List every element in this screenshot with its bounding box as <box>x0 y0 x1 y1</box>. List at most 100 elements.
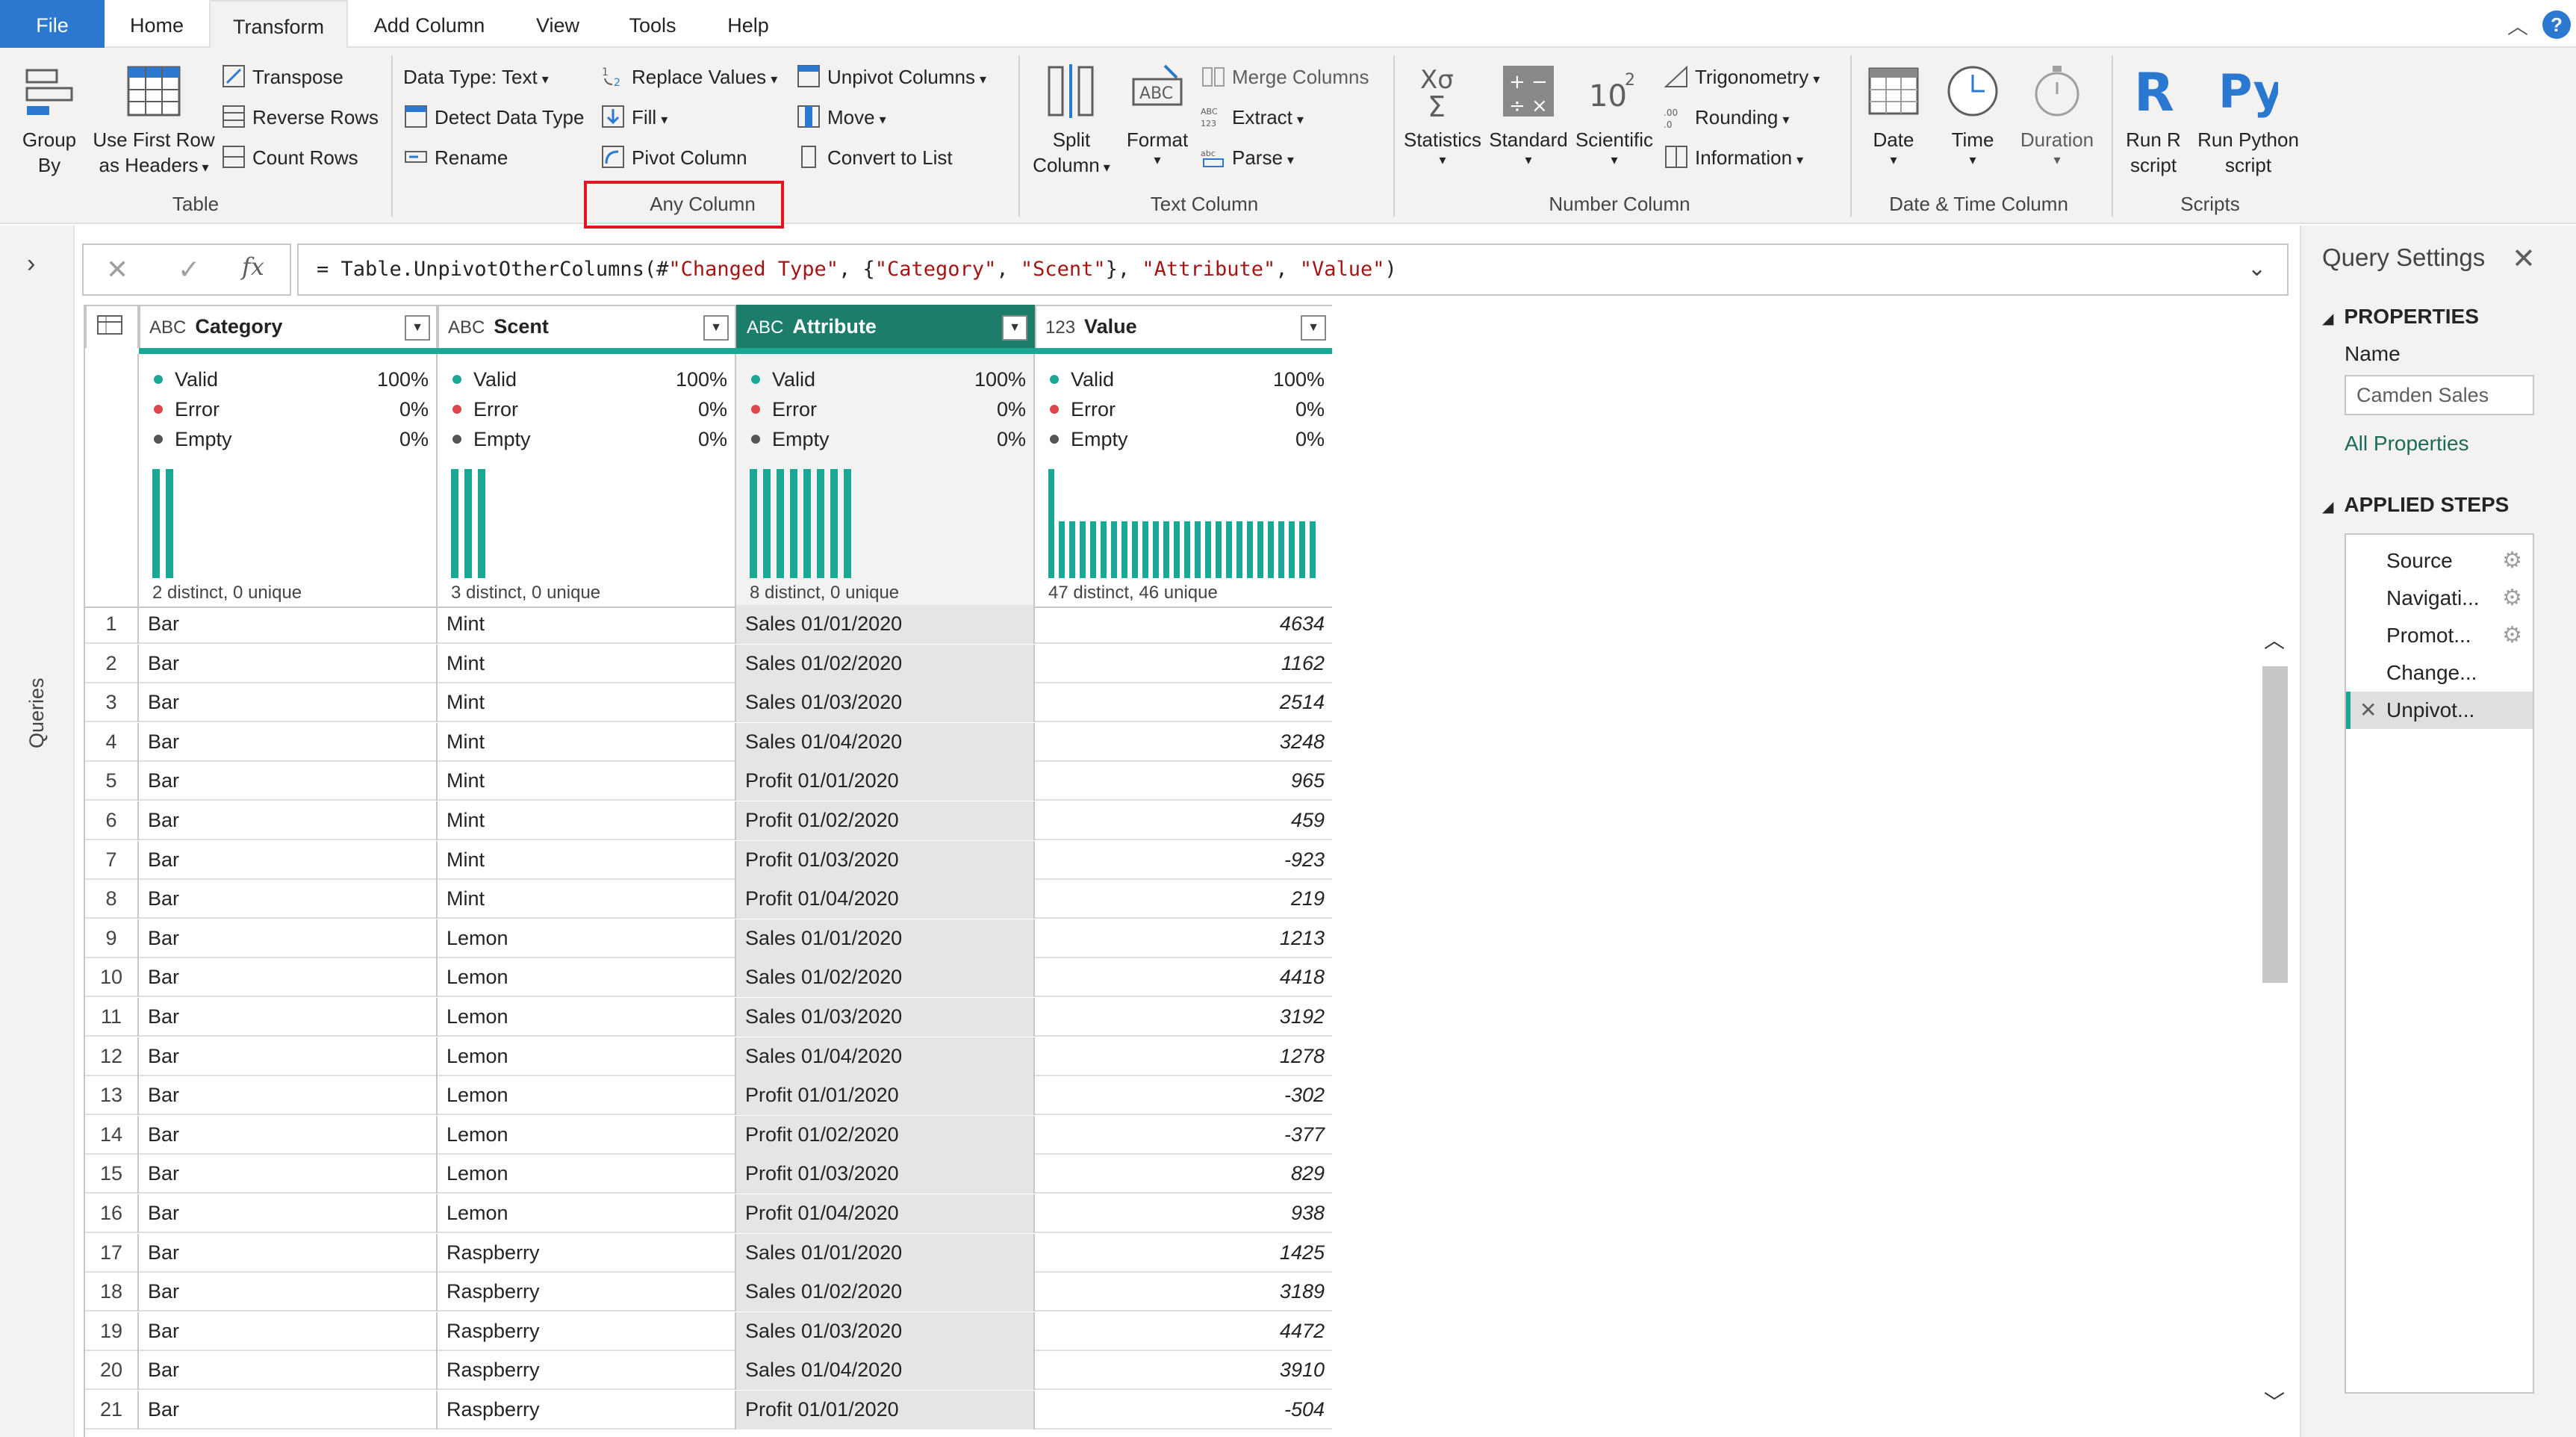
cell-value[interactable]: 965 <box>1035 762 1332 801</box>
cell-category[interactable]: Bar <box>139 722 438 762</box>
cell-scent[interactable]: Raspberry <box>438 1233 736 1273</box>
cell-attribute[interactable]: Profit 01/03/2020 <box>736 1155 1035 1194</box>
cell-attribute[interactable]: Sales 01/04/2020 <box>736 1351 1035 1391</box>
row-number[interactable]: 15 <box>85 1155 139 1194</box>
standard-button[interactable]: + − ÷ × Standard ▾ <box>1487 61 1569 167</box>
step-source[interactable]: Source ⚙ <box>2346 542 2533 580</box>
cell-value[interactable]: 3910 <box>1035 1351 1332 1390</box>
count-rows-button[interactable]: Count Rows <box>221 140 358 175</box>
tab-add-column[interactable]: Add Column <box>360 0 499 48</box>
queries-label[interactable]: Queries <box>25 677 49 748</box>
cell-value[interactable]: 1213 <box>1035 919 1332 958</box>
filter-dropdown-icon[interactable]: ▼ <box>1301 315 1326 341</box>
gear-icon[interactable]: ⚙ <box>2502 617 2522 654</box>
cell-attribute[interactable]: Sales 01/01/2020 <box>736 919 1035 958</box>
cell-attribute[interactable]: Sales 01/03/2020 <box>736 998 1035 1037</box>
filter-dropdown-icon[interactable]: ▼ <box>703 315 729 341</box>
cell-attribute[interactable]: Sales 01/01/2020 <box>736 605 1035 644</box>
replace-values-dropdown[interactable]: 1 2 Replace Values ▾ <box>600 60 777 94</box>
cell-category[interactable]: Bar <box>139 1273 438 1312</box>
cell-value[interactable]: 1278 <box>1035 1037 1332 1076</box>
cell-value[interactable]: 3189 <box>1035 1273 1332 1312</box>
table-row[interactable]: 14 Bar Lemon Profit 01/02/2020 -377 <box>85 1115 1332 1155</box>
row-number[interactable]: 17 <box>85 1233 139 1273</box>
parse-dropdown[interactable]: abc Parse ▾ <box>1201 140 1294 175</box>
tab-view[interactable]: View <box>517 0 599 48</box>
statistics-button[interactable]: Xσ Σ Statistics ▾ <box>1399 61 1486 167</box>
use-first-row-button[interactable]: Use First Row as Headers ▾ <box>88 61 220 180</box>
cell-scent[interactable]: Raspberry <box>438 1273 736 1312</box>
cell-value[interactable]: 3248 <box>1035 723 1332 762</box>
column-header-scent[interactable]: ABC Scent ▼ <box>438 305 736 348</box>
row-number[interactable]: 1 <box>85 605 139 644</box>
tab-tools[interactable]: Tools <box>615 0 690 48</box>
cell-attribute[interactable]: Sales 01/01/2020 <box>736 1233 1035 1273</box>
table-row[interactable]: 1 Bar Mint Sales 01/01/2020 4634 <box>85 605 1332 644</box>
cell-scent[interactable]: Lemon <box>438 1115 736 1155</box>
table-row[interactable]: 3 Bar Mint Sales 01/03/2020 2514 <box>85 683 1332 723</box>
group-by-button[interactable]: Group By <box>13 61 85 178</box>
cell-attribute[interactable]: Sales 01/03/2020 <box>736 1312 1035 1351</box>
cell-scent[interactable]: Mint <box>438 801 736 840</box>
formula-input[interactable]: = Table.UnpivotOtherColumns(#"Changed Ty… <box>297 243 2289 296</box>
row-number[interactable]: 16 <box>85 1194 139 1233</box>
applied-steps-section[interactable]: ◢ APPLIED STEPS <box>2322 493 2509 517</box>
cancel-icon[interactable]: ✕ <box>106 254 128 285</box>
row-number[interactable]: 3 <box>85 683 139 723</box>
cell-scent[interactable]: Mint <box>438 683 736 723</box>
row-number[interactable]: 8 <box>85 880 139 919</box>
cell-category[interactable]: Bar <box>139 1194 438 1233</box>
cell-value[interactable]: -302 <box>1035 1076 1332 1115</box>
expand-formula-icon[interactable]: ⌄ <box>2247 255 2266 282</box>
cell-category[interactable]: Bar <box>139 801 438 840</box>
table-row[interactable]: 15 Bar Lemon Profit 01/03/2020 829 <box>85 1155 1332 1194</box>
row-number[interactable]: 12 <box>85 1037 139 1076</box>
table-row[interactable]: 12 Bar Lemon Sales 01/04/2020 1278 <box>85 1037 1332 1076</box>
cell-value[interactable]: 4634 <box>1035 605 1332 644</box>
cell-value[interactable]: 459 <box>1035 801 1332 840</box>
cell-value[interactable]: -377 <box>1035 1116 1332 1155</box>
cell-value[interactable]: 3192 <box>1035 998 1332 1037</box>
cell-attribute[interactable]: Sales 01/02/2020 <box>736 644 1035 683</box>
collapse-ribbon-icon[interactable]: ︿ <box>2507 10 2528 40</box>
table-row[interactable]: 4 Bar Mint Sales 01/04/2020 3248 <box>85 722 1332 762</box>
cell-category[interactable]: Bar <box>139 1037 438 1076</box>
transpose-button[interactable]: Transpose <box>221 60 343 94</box>
table-row[interactable]: 20 Bar Raspberry Sales 01/04/2020 3910 <box>85 1351 1332 1391</box>
row-number[interactable]: 9 <box>85 919 139 958</box>
table-row[interactable]: 8 Bar Mint Profit 01/04/2020 219 <box>85 880 1332 919</box>
cell-value[interactable]: 829 <box>1035 1155 1332 1194</box>
cell-category[interactable]: Bar <box>139 762 438 801</box>
cell-attribute[interactable]: Profit 01/02/2020 <box>736 1115 1035 1155</box>
table-row[interactable]: 6 Bar Mint Profit 01/02/2020 459 <box>85 801 1332 840</box>
cell-category[interactable]: Bar <box>139 840 438 880</box>
row-number[interactable]: 14 <box>85 1115 139 1155</box>
rename-button[interactable]: Rename <box>403 140 508 175</box>
cell-scent[interactable]: Lemon <box>438 958 736 998</box>
cell-scent[interactable]: Mint <box>438 722 736 762</box>
row-number[interactable]: 10 <box>85 958 139 998</box>
tab-transform[interactable]: Transform <box>209 0 348 49</box>
time-button[interactable]: Time ▾ <box>1935 61 2010 167</box>
row-number[interactable]: 4 <box>85 722 139 762</box>
cell-scent[interactable]: Lemon <box>438 1076 736 1116</box>
move-dropdown[interactable]: Move ▾ <box>796 100 886 134</box>
cell-scent[interactable]: Mint <box>438 840 736 880</box>
row-number[interactable]: 18 <box>85 1273 139 1312</box>
column-header-value[interactable]: 123 Value ▼ <box>1035 305 1332 348</box>
cell-category[interactable]: Bar <box>139 644 438 683</box>
date-button[interactable]: Date ▾ <box>1856 61 1931 167</box>
row-number[interactable]: 5 <box>85 762 139 801</box>
cell-value[interactable]: 2514 <box>1035 683 1332 722</box>
cell-attribute[interactable]: Profit 01/03/2020 <box>736 840 1035 880</box>
column-header-category[interactable]: ABC Category ▼ <box>139 305 438 348</box>
cell-scent[interactable]: Lemon <box>438 998 736 1037</box>
cell-attribute[interactable]: Sales 01/02/2020 <box>736 958 1035 998</box>
run-r-script-button[interactable]: R Run R script <box>2118 61 2189 178</box>
tab-home[interactable]: Home <box>119 0 194 48</box>
cell-attribute[interactable]: Profit 01/02/2020 <box>736 801 1035 840</box>
gear-icon[interactable]: ⚙ <box>2502 542 2522 580</box>
cell-value[interactable]: 1162 <box>1035 645 1332 683</box>
table-row[interactable]: 16 Bar Lemon Profit 01/04/2020 938 <box>85 1194 1332 1233</box>
cell-attribute[interactable]: Sales 01/04/2020 <box>736 1037 1035 1076</box>
